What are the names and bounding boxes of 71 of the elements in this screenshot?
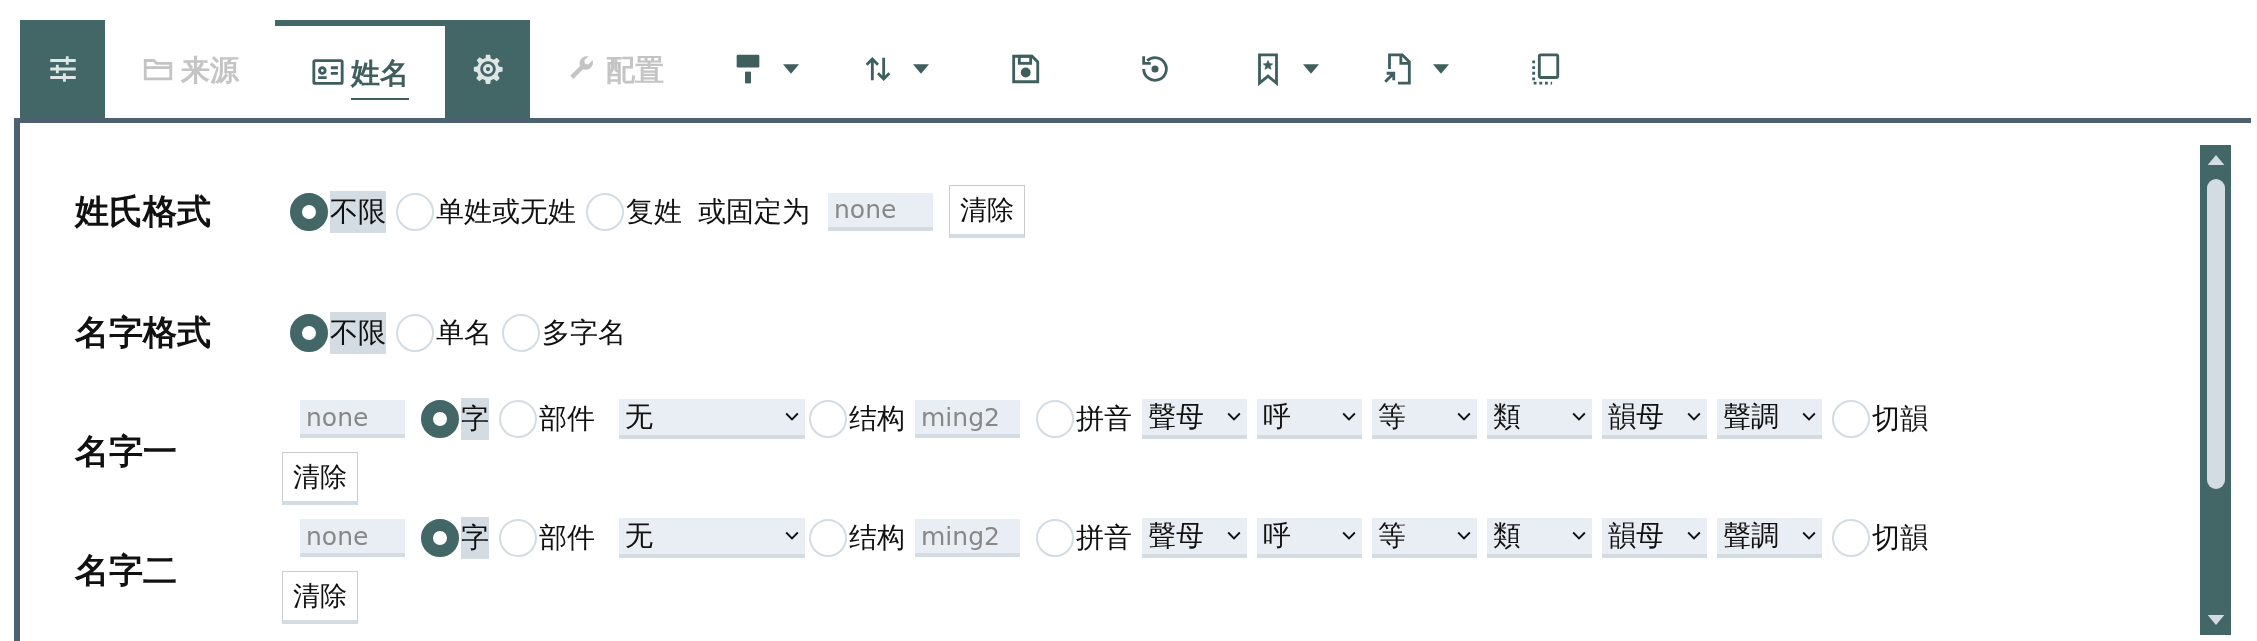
dropdown[interactable]: 聲母 xyxy=(1142,399,1247,439)
dropdown[interactable]: 无 xyxy=(619,518,805,558)
radio-button[interactable] xyxy=(421,519,459,557)
field-label: 或固定为 xyxy=(698,193,810,230)
radio-label[interactable]: 单姓或无姓 xyxy=(436,190,576,233)
dropdown[interactable]: 類 xyxy=(1487,518,1592,558)
radio-label[interactable]: 部件 xyxy=(539,517,595,559)
caret-icon xyxy=(783,64,799,74)
chevron-down-icon xyxy=(1342,531,1356,541)
chevron-down-icon xyxy=(785,531,799,541)
dropdown[interactable]: 呼 xyxy=(1257,518,1362,558)
dropdown[interactable]: 韻母 xyxy=(1602,518,1707,558)
caret-icon xyxy=(1303,64,1319,74)
field-label: 姓氏格式 xyxy=(73,189,212,233)
chevron-down-icon xyxy=(1457,531,1471,541)
input-field[interactable]: none xyxy=(828,192,933,231)
radio-label[interactable]: 复姓 xyxy=(626,190,682,233)
dropdown[interactable]: 聲調 xyxy=(1717,399,1822,439)
chevron-down-icon xyxy=(1227,531,1241,541)
dropdown[interactable]: 无 xyxy=(619,399,805,439)
dropdown[interactable]: 韻母 xyxy=(1602,399,1707,439)
dropdown[interactable]: 等 xyxy=(1372,399,1477,439)
input-field[interactable]: ming2 xyxy=(915,519,1020,557)
input-field[interactable]: none xyxy=(300,519,405,557)
scroll-down-icon[interactable] xyxy=(2206,615,2225,625)
field-label: 名字二 xyxy=(73,548,178,592)
radio-label[interactable]: 不限 xyxy=(330,190,386,233)
radio-button[interactable] xyxy=(290,192,328,231)
caret-icon xyxy=(1433,64,1449,74)
caret-icon xyxy=(913,64,929,74)
scrollbar[interactable] xyxy=(2200,145,2231,635)
radio-label[interactable]: 结构 xyxy=(849,517,905,559)
chevron-down-icon xyxy=(1342,412,1356,422)
clear-button[interactable]: 清除 xyxy=(949,185,1025,238)
radio-label[interactable]: 部件 xyxy=(539,398,595,440)
clear-button[interactable]: 清除 xyxy=(282,452,358,505)
input-field[interactable]: none xyxy=(300,400,405,438)
radio-label[interactable]: 单名 xyxy=(436,312,492,354)
scrollbar-thumb[interactable] xyxy=(2206,179,2225,489)
chevron-down-icon xyxy=(1802,412,1816,422)
chevron-down-icon xyxy=(1457,412,1471,422)
scroll-up-icon[interactable] xyxy=(2206,155,2225,165)
chevron-down-icon xyxy=(1687,531,1701,541)
clear-button[interactable]: 清除 xyxy=(282,571,358,624)
input-field[interactable]: ming2 xyxy=(915,400,1020,438)
dropdown[interactable]: 聲母 xyxy=(1142,518,1247,558)
dropdown[interactable]: 類 xyxy=(1487,399,1592,439)
radio-label[interactable]: 字 xyxy=(461,517,489,559)
toolbar-button[interactable] xyxy=(20,20,105,118)
chevron-down-icon xyxy=(1802,531,1816,541)
radio-label[interactable]: 多字名 xyxy=(542,312,626,354)
chevron-down-icon xyxy=(1687,412,1701,422)
chevron-down-icon xyxy=(1572,412,1586,422)
chevron-down-icon xyxy=(785,412,799,422)
chevron-down-icon xyxy=(1572,531,1586,541)
radio-label[interactable]: 切韻 xyxy=(1872,517,1928,559)
radio-label[interactable]: 不限 xyxy=(330,312,386,354)
radio-label[interactable]: 字 xyxy=(461,398,489,440)
chevron-down-icon xyxy=(1227,412,1241,422)
radio-label[interactable]: 拼音 xyxy=(1076,517,1132,559)
radio-label[interactable]: 切韻 xyxy=(1872,398,1928,440)
radio-label[interactable]: 结构 xyxy=(849,398,905,440)
radio-button[interactable] xyxy=(421,400,459,438)
dropdown[interactable]: 呼 xyxy=(1257,399,1362,439)
radio-button[interactable] xyxy=(290,314,328,352)
radio-label[interactable]: 拼音 xyxy=(1076,398,1132,440)
toolbar-button[interactable] xyxy=(445,20,530,118)
dropdown[interactable]: 等 xyxy=(1372,518,1477,558)
field-label: 名字格式 xyxy=(73,311,212,354)
field-label: 名字一 xyxy=(73,429,178,473)
dropdown[interactable]: 聲調 xyxy=(1717,518,1822,558)
